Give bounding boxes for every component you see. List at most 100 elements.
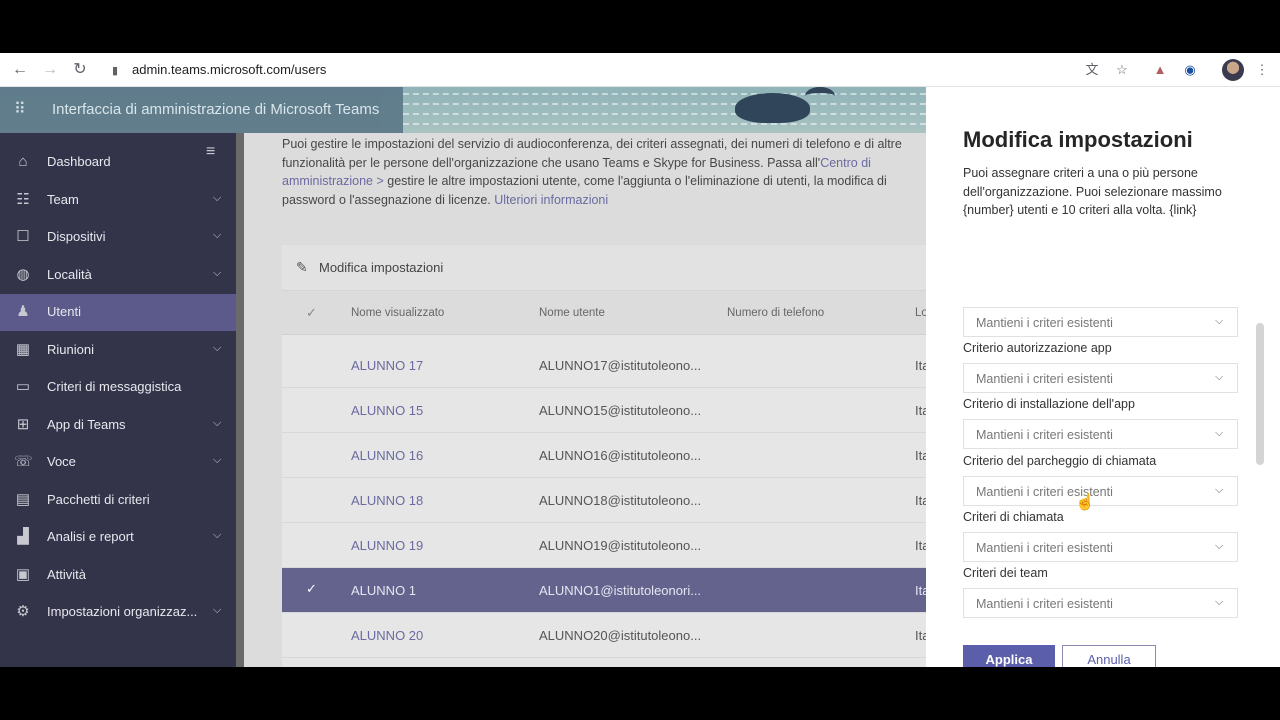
dropdown-value: Mantieni i criteri esistenti (976, 372, 1113, 386)
chevron-down-icon[interactable]: ⌵ (213, 417, 221, 430)
table-row[interactable]: ALUNNO 19 ALUNNO19@istitutoleono... Ita (282, 523, 926, 568)
sidebar: ≡ ⌂ Dashboard ☷ Team ⌵ ☐ Dispositivi ⌵ ◍ Località… (0, 133, 236, 667)
column-header-phone[interactable]: Numero di telefono (727, 307, 824, 319)
chevron-down-icon[interactable]: ⌵ (213, 229, 221, 242)
sidebar-item-label: App di Teams (47, 416, 126, 432)
activity-icon: ▣ (15, 565, 31, 583)
chevron-down-icon[interactable]: ⌵ (213, 529, 221, 542)
policy-dropdown[interactable]: Mantieni i criteri esistenti ⌵ (963, 363, 1238, 393)
display-name-link[interactable]: ALUNNO 1 (351, 583, 416, 598)
sidebar-item-5[interactable]: ▦ Riunioni ⌵ (0, 332, 236, 369)
chevron-down-icon[interactable]: ⌵ (213, 604, 221, 617)
username-cell: ALUNNO15@istitutoleono... (539, 403, 702, 418)
globe-icon: ◍ (16, 265, 30, 283)
policy-dropdown[interactable]: Mantieni i criteri esistenti ⌵ (963, 532, 1238, 562)
back-arrow-icon[interactable]: ← (10, 60, 30, 80)
chevron-down-icon[interactable]: ⌵ (213, 454, 221, 467)
sidebar-item-8[interactable]: ☏ Voce ⌵ (0, 444, 236, 481)
row-check-icon[interactable]: ✓ (306, 581, 317, 597)
sidebar-scrollbar[interactable] (236, 133, 244, 667)
panel-scrollbar[interactable] (1256, 323, 1264, 465)
edit-settings-button[interactable]: Modifica impostazioni (319, 260, 443, 275)
sidebar-item-4[interactable]: ♟ Utenti (0, 294, 236, 331)
table-row[interactable]: ALUNNO 17 ALUNNO17@istitutoleono... Ita (282, 343, 926, 388)
column-header-location[interactable]: Lo (915, 307, 926, 319)
pencil-icon[interactable]: ✎ (296, 259, 308, 276)
display-name-link[interactable]: ALUNNO 20 (351, 628, 423, 643)
devices-icon: ☐ (16, 228, 30, 245)
sidebar-item-10[interactable]: ▟ Analisi e report ⌵ (0, 519, 236, 556)
policy-dropdown[interactable]: Mantieni i criteri esistenti ⌵ (963, 476, 1238, 506)
chevron-down-icon[interactable]: ⌵ (213, 192, 221, 205)
sidebar-item-9[interactable]: ▤ Pacchetti di criteri (0, 482, 236, 519)
username-cell: ALUNNO20@istitutoleono... (539, 628, 702, 643)
display-name-link[interactable]: ALUNNO 15 (351, 403, 423, 418)
table-row[interactable]: ALUNNO 15 ALUNNO15@istitutoleono... Ita (282, 388, 926, 433)
display-name-link[interactable]: ALUNNO 18 (351, 493, 423, 508)
display-name-link[interactable]: ALUNNO 17 (351, 358, 423, 373)
browser-window: ← → ↻ ▮ admin.teams.microsoft.com/users 文… (0, 53, 1280, 667)
sidebar-item-label: Località (47, 266, 92, 282)
reload-icon[interactable]: ↻ (70, 60, 90, 80)
table-row[interactable]: ✓ ALUNNO 1 ALUNNO1@istitutoleonori... Ita (282, 568, 926, 613)
chevron-down-icon[interactable]: ⌵ (213, 342, 221, 355)
star-icon[interactable]: ☆ (1113, 61, 1131, 79)
table-row[interactable]: ALUNNO 20 ALUNNO20@istitutoleono... Ita (282, 613, 926, 658)
cancel-button[interactable]: Annulla (1062, 645, 1156, 667)
sidebar-item-label: Voce (47, 454, 76, 469)
sidebar-item-6[interactable]: ▭ Criteri di messaggistica (0, 369, 236, 406)
sidebar-item-0[interactable]: ⌂ Dashboard (0, 144, 236, 181)
app-launcher-icon[interactable]: ⠿ (14, 102, 30, 118)
field-label: Criteri dei team (963, 566, 1048, 580)
sidebar-item-label: Dashboard (47, 154, 111, 169)
chevron-down-icon[interactable]: ⌵ (213, 267, 221, 280)
apps-icon: ⊞ (16, 415, 30, 433)
home-icon: ⌂ (18, 153, 28, 170)
learn-more-link[interactable]: Ulteriori informazioni (494, 193, 608, 207)
sidebar-item-3[interactable]: ◍ Località ⌵ (0, 257, 236, 294)
voice-icon: ☏ (14, 453, 33, 470)
sidebar-item-label: Impostazioni organizzaz... (47, 604, 198, 619)
intro-paragraph: Puoi gestire le impostazioni del servizi… (282, 135, 926, 210)
dropdown-value: Mantieni i criteri esistenti (976, 428, 1113, 442)
header-title-area: ⠿ Interfaccia di amministrazione di Micr… (0, 87, 403, 133)
sidebar-item-1[interactable]: ☷ Team ⌵ (0, 182, 236, 219)
apply-button[interactable]: Applica (963, 645, 1055, 667)
table-row[interactable]: ALUNNO 16 ALUNNO16@istitutoleono... Ita (282, 433, 926, 478)
panel-title: Modifica impostazioni (963, 127, 1193, 152)
policy-dropdown[interactable]: Mantieni i criteri esistenti ⌵ (963, 419, 1238, 449)
policy-dropdown[interactable]: Mantieni i criteri esistenti ⌵ (963, 588, 1238, 618)
policy-dropdown[interactable]: Mantieni i criteri esistenti ⌵ (963, 307, 1238, 337)
location-cell: Ita (915, 493, 926, 508)
select-all-check-icon[interactable]: ✓ (306, 305, 317, 321)
username-cell: ALUNNO17@istitutoleono... (539, 358, 702, 373)
sidebar-item-2[interactable]: ☐ Dispositivi ⌵ (0, 219, 236, 256)
sidebar-item-12[interactable]: ⚙ Impostazioni organizzaz... ⌵ (0, 594, 236, 631)
header-wave-decoration (403, 103, 926, 107)
address-bar[interactable]: ▮ admin.teams.microsoft.com/users (112, 60, 326, 80)
column-header-display-name[interactable]: Nome visualizzato (351, 307, 444, 319)
profile-avatar[interactable] (1222, 59, 1244, 81)
column-header-username[interactable]: Nome utente (539, 307, 605, 319)
sidebar-item-label: Pacchetti di criteri (47, 491, 150, 507)
extension-icon[interactable]: ◉ (1181, 61, 1199, 79)
sidebar-item-7[interactable]: ⊞ App di Teams ⌵ (0, 407, 236, 444)
chevron-down-icon: ⌵ (1215, 315, 1224, 327)
location-cell: Ita (915, 403, 926, 418)
display-name-link[interactable]: ALUNNO 19 (351, 538, 423, 553)
forward-arrow-icon[interactable]: → (40, 60, 60, 80)
location-cell: Ita (915, 628, 926, 643)
sidebar-item-11[interactable]: ▣ Attività (0, 557, 236, 594)
dropdown-value: Mantieni i criteri esistenti (976, 316, 1113, 330)
chevron-down-icon: ⌵ (1215, 484, 1224, 496)
display-name-link[interactable]: ALUNNO 16 (351, 448, 423, 463)
field-label: Criterio di installazione dell'app (963, 397, 1135, 411)
sidebar-item-label: Riunioni (47, 341, 94, 357)
field-label: Criterio autorizzazione app (963, 341, 1112, 355)
field-label: Criteri di chiamata (963, 510, 1064, 524)
username-cell: ALUNNO19@istitutoleono... (539, 538, 702, 553)
pdf-extension-icon[interactable]: ▲ (1151, 61, 1169, 79)
translate-icon[interactable]: 文 (1083, 61, 1101, 79)
table-row[interactable]: ALUNNO 18 ALUNNO18@istitutoleono... Ita (282, 478, 926, 523)
menu-kebab-icon[interactable]: ⋮ (1253, 61, 1271, 79)
